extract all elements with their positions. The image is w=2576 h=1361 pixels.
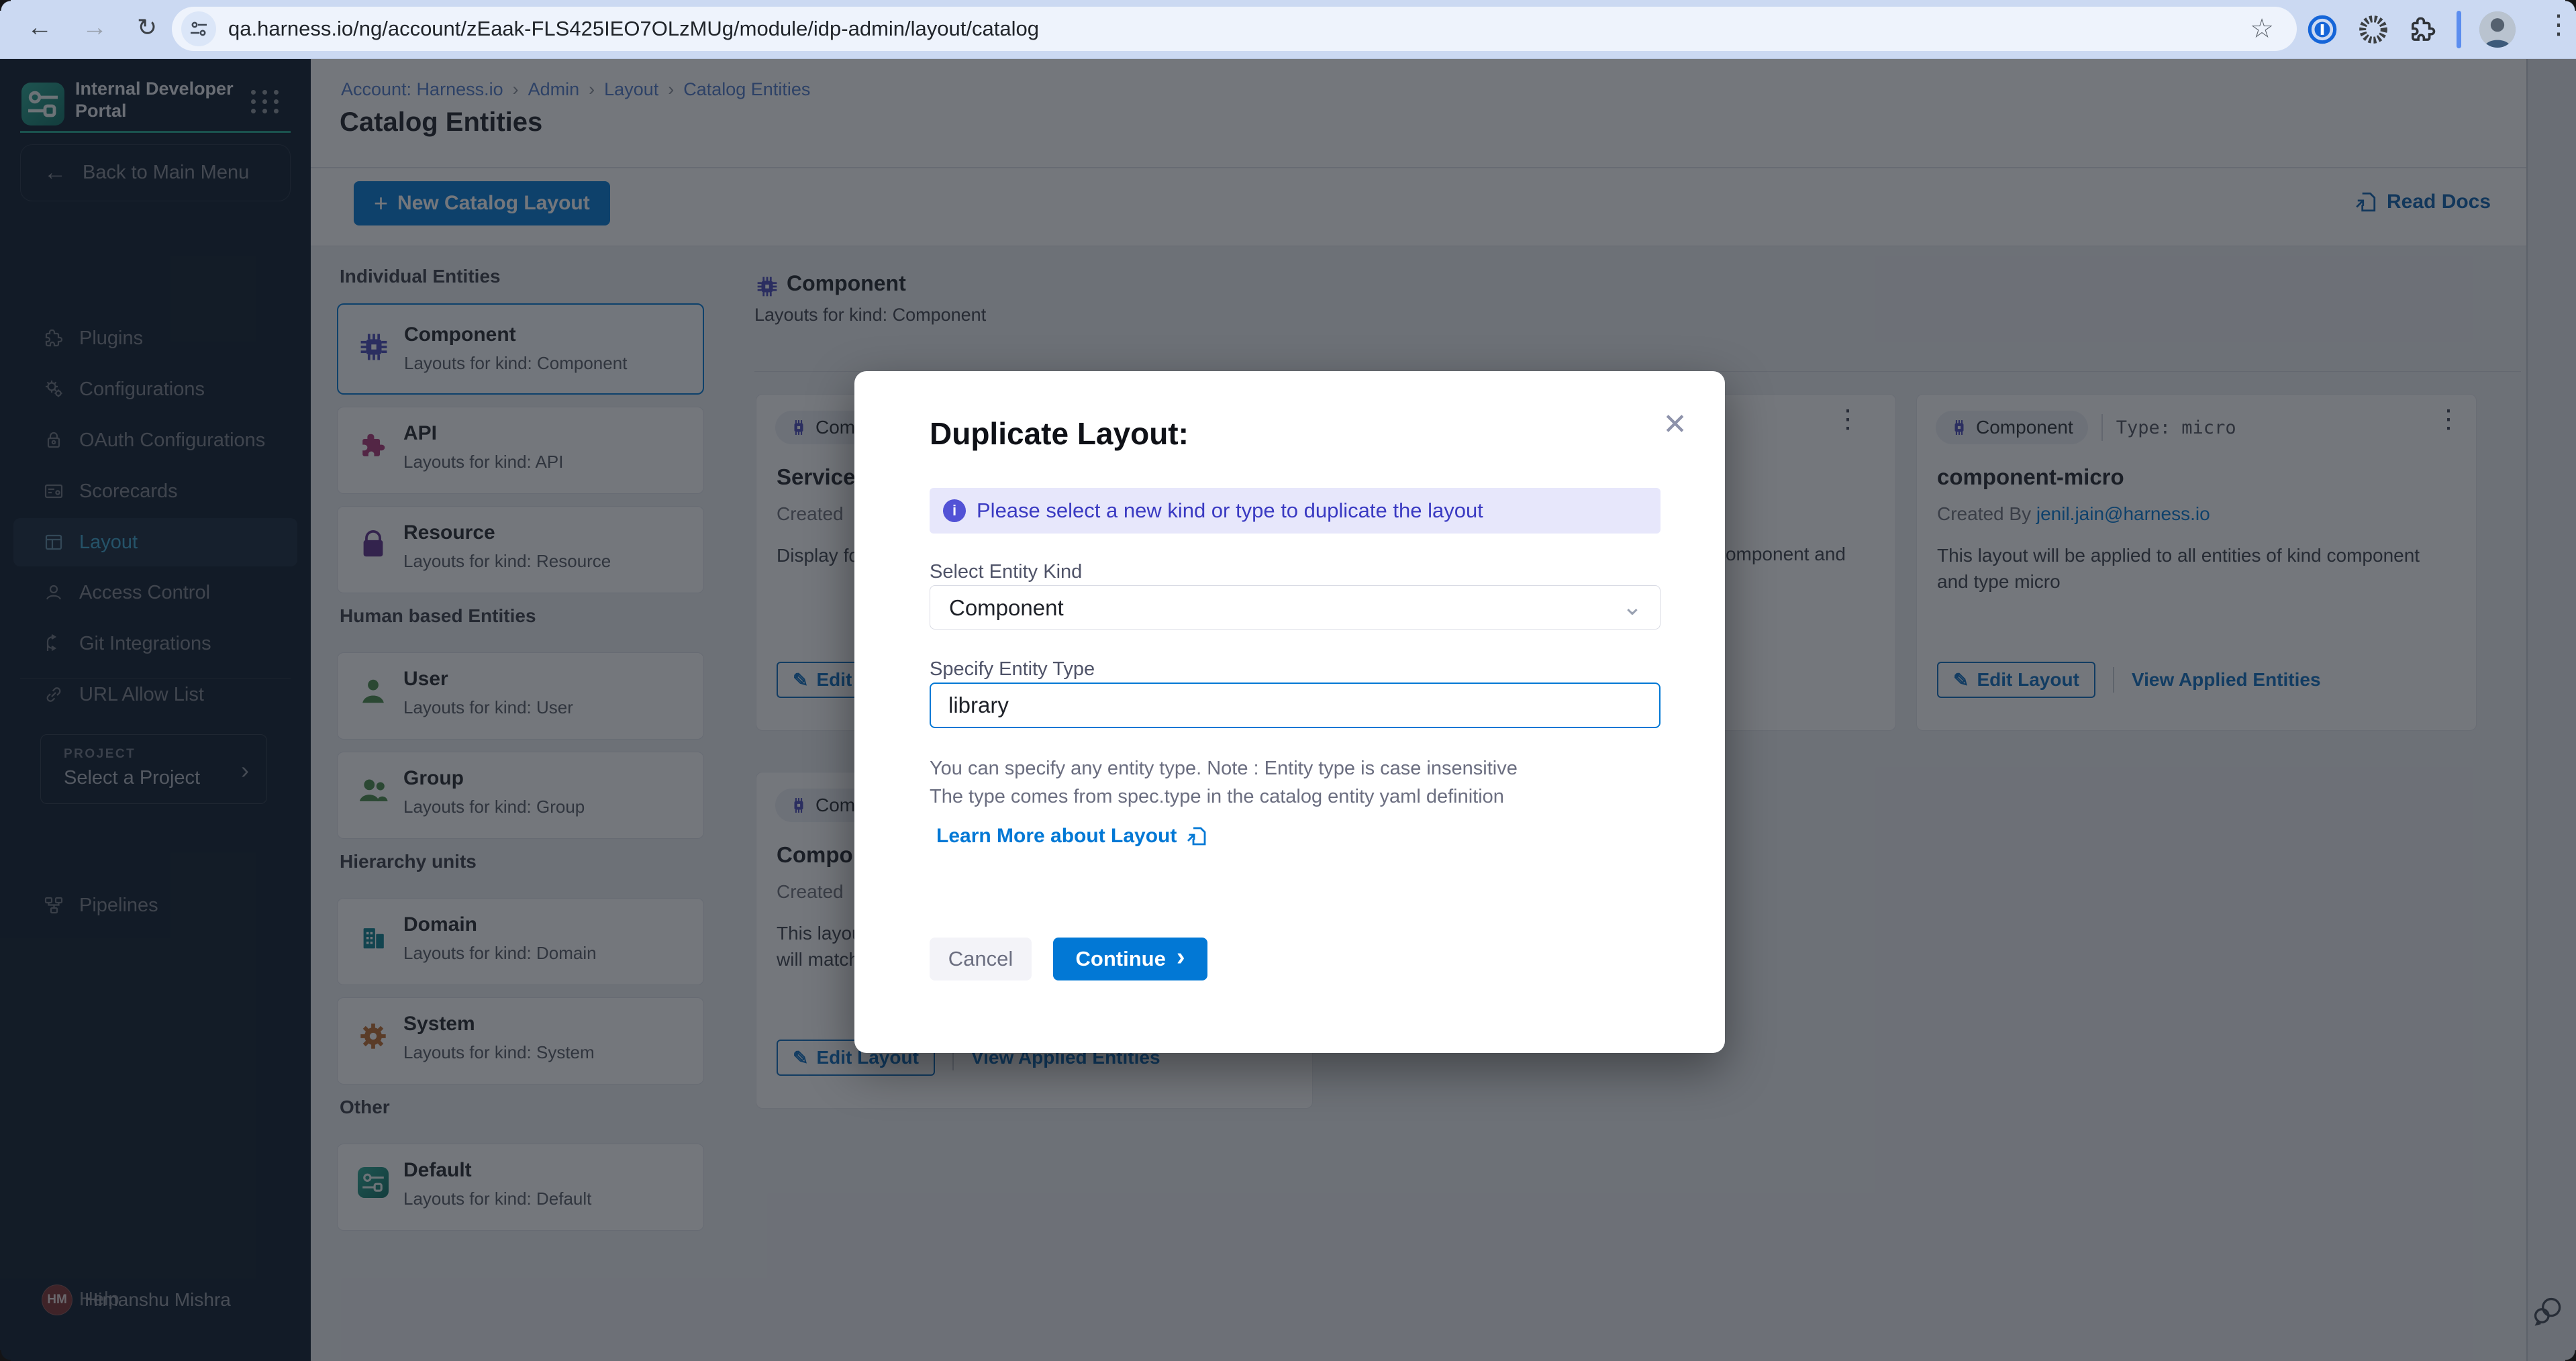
password-manager-extension-icon[interactable]: [2303, 11, 2341, 48]
learn-more-link[interactable]: Learn More about Layout: [936, 825, 1207, 848]
bookmark-star-icon[interactable]: ☆: [2250, 13, 2274, 44]
duplicate-layout-modal: Duplicate Layout: ✕ i Please select a ne…: [854, 371, 1725, 1053]
entity-kind-select[interactable]: Component ⌄: [930, 585, 1661, 629]
info-icon: i: [943, 499, 966, 522]
spinner-extension-icon[interactable]: [2355, 11, 2392, 48]
screen-corner: [0, 1350, 11, 1361]
screen: ← → ↻ qa.harness.io/ng/account/zEaak-FLS…: [0, 0, 2576, 1361]
extensions-puzzle-icon[interactable]: [2404, 11, 2442, 48]
screen-corner: [2565, 1350, 2576, 1361]
address-bar[interactable]: qa.harness.io/ng/account/zEaak-FLS425IEO…: [172, 7, 2297, 51]
browser-forward-icon[interactable]: →: [82, 13, 107, 42]
help-text-line2: The type comes from spec.type in the cat…: [930, 786, 1504, 808]
site-info-icon[interactable]: [181, 11, 216, 46]
help-text-line1: You can specify any entity type. Note : …: [930, 758, 1518, 780]
browser-toolbar: ← → ↻ qa.harness.io/ng/account/zEaak-FLS…: [0, 0, 2576, 59]
chevron-right-icon: ›: [1177, 943, 1185, 972]
info-banner-text: Please select a new kind or type to dupl…: [977, 499, 1483, 523]
entity-type-input[interactable]: [930, 683, 1661, 728]
info-banner: i Please select a new kind or type to du…: [930, 488, 1661, 534]
continue-button[interactable]: Continue ›: [1053, 938, 1207, 980]
cancel-button[interactable]: Cancel: [930, 938, 1032, 980]
chevron-down-icon: ⌄: [1622, 593, 1642, 621]
modal-title: Duplicate Layout:: [930, 415, 1189, 452]
doc-arrow-icon: [1186, 825, 1207, 847]
browser-menu-icon[interactable]: ⋮: [2545, 9, 2572, 40]
entity-kind-value: Component: [949, 595, 1064, 621]
browser-reload-icon[interactable]: ↻: [137, 13, 157, 42]
profile-indicator-bar: [2457, 11, 2461, 48]
screen-corner: [2565, 0, 2576, 11]
entity-kind-label: Select Entity Kind: [930, 561, 1082, 583]
browser-profile-avatar[interactable]: [2479, 11, 2516, 48]
entity-type-label: Specify Entity Type: [930, 658, 1095, 680]
screen-corner: [0, 0, 11, 11]
url-text[interactable]: qa.harness.io/ng/account/zEaak-FLS425IEO…: [228, 17, 1039, 41]
close-icon[interactable]: ✕: [1663, 407, 1687, 442]
browser-back-icon[interactable]: ←: [27, 13, 52, 42]
